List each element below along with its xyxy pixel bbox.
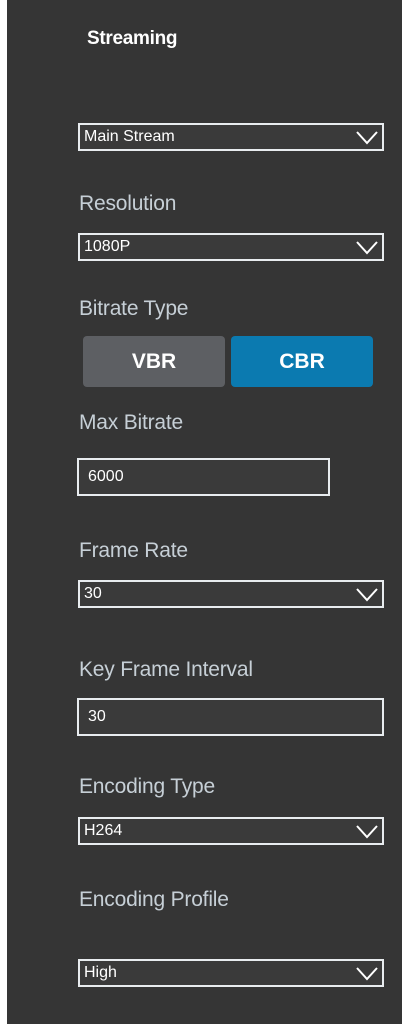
chevron-down-icon (356, 131, 378, 145)
key-frame-interval-label: Key Frame Interval (79, 658, 253, 681)
chevron-down-icon (356, 967, 378, 981)
frame-rate-select[interactable]: 30 (78, 580, 384, 608)
streaming-settings-panel: Streaming (7, 0, 402, 1024)
encoding-profile-label: Encoding Profile (79, 888, 229, 911)
encoding-profile-select-value: High (84, 964, 117, 981)
resolution-label: Resolution (79, 192, 177, 215)
key-frame-interval-input[interactable]: 30 (77, 698, 384, 736)
cbr-button[interactable]: CBR (231, 336, 373, 387)
chevron-down-icon (356, 588, 378, 602)
resolution-select[interactable]: 1080P (78, 233, 384, 261)
stream-select[interactable]: Main Stream (78, 123, 384, 151)
encoding-profile-select[interactable]: High (78, 959, 384, 987)
resolution-select-value: 1080P (84, 238, 131, 255)
max-bitrate-value: 6000 (88, 468, 124, 485)
stream-select-value: Main Stream (84, 128, 175, 145)
encoding-type-label: Encoding Type (79, 775, 215, 798)
encoding-type-select[interactable]: H264 (78, 817, 384, 845)
chevron-down-icon (356, 241, 378, 255)
chevron-down-icon (356, 825, 378, 839)
encoding-type-select-value: H264 (84, 822, 123, 839)
key-frame-interval-value: 30 (88, 708, 106, 725)
frame-rate-select-value: 30 (84, 585, 102, 602)
frame-rate-label: Frame Rate (79, 539, 188, 562)
bitrate-type-label: Bitrate Type (79, 297, 189, 320)
vbr-button[interactable]: VBR (83, 336, 225, 387)
panel-title: Streaming (87, 28, 178, 49)
max-bitrate-input[interactable]: 6000 (77, 458, 330, 496)
max-bitrate-label: Max Bitrate (79, 411, 183, 434)
